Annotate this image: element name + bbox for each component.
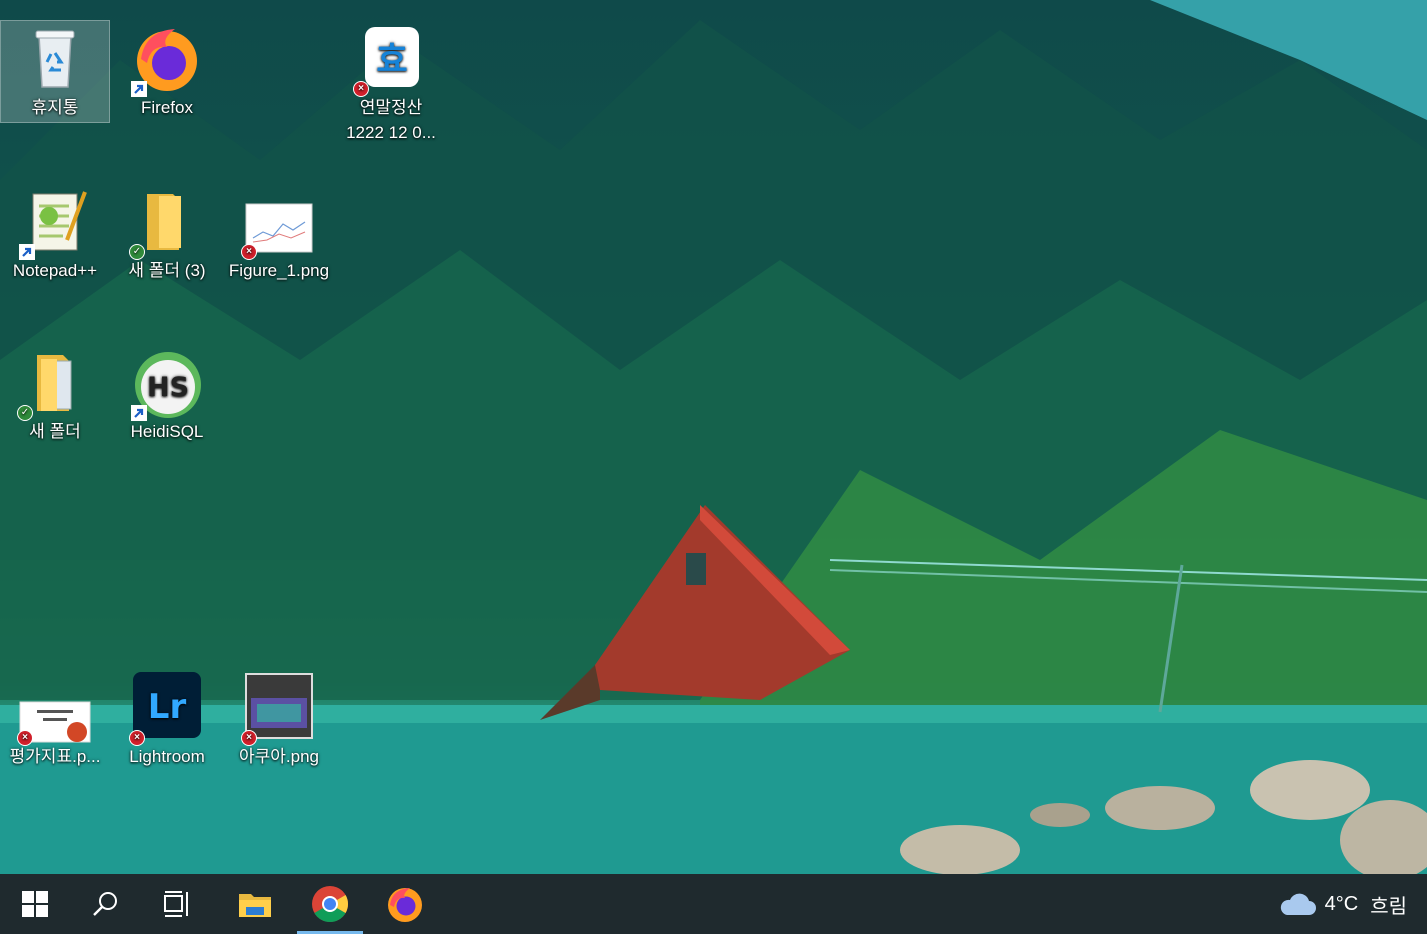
desktop-icon-heidisql[interactable]: HS HeidiSQL xyxy=(113,345,221,444)
chrome-icon xyxy=(312,886,349,923)
hometax-doc-icon: 효 × xyxy=(353,23,427,97)
folder-icon: ✓ xyxy=(129,186,203,260)
desktop-icon-label: 새 폴더 xyxy=(29,422,81,441)
notepad-plus-plus-icon xyxy=(19,186,91,260)
sync-error-icon: × xyxy=(241,244,257,260)
desktop-icon-figure-1[interactable]: × Figure_1.png xyxy=(225,184,333,283)
sync-ok-icon: ✓ xyxy=(129,244,145,260)
shortcut-arrow-icon xyxy=(19,242,35,260)
desktop-icon-label: 연말정산 1222 12 0... xyxy=(346,98,436,142)
desktop-icon-label: Figure_1.png xyxy=(228,261,330,280)
chrome-button[interactable] xyxy=(295,874,365,934)
sync-error-icon: × xyxy=(241,730,257,746)
desktop-icon-label: HeidiSQL xyxy=(130,422,204,441)
lightroom-glyph: Lr xyxy=(148,687,187,727)
firefox-icon xyxy=(388,888,422,922)
start-button[interactable] xyxy=(0,874,70,934)
folder-icon xyxy=(239,894,271,917)
desktop-icon-label: 새 폴더 (3) xyxy=(128,261,206,280)
shortcut-arrow-icon xyxy=(131,403,147,421)
search-icon xyxy=(93,892,117,916)
desktop-icon-notepad-plus-plus[interactable]: Notepad++ xyxy=(1,184,109,283)
lightroom-icon: Lr × xyxy=(129,672,203,746)
search-button[interactable] xyxy=(70,874,140,934)
shortcut-arrow-icon xyxy=(131,79,147,97)
desktop-icon-label: 아쿠아.png xyxy=(238,747,319,766)
file-explorer-button[interactable] xyxy=(220,874,290,934)
sync-error-icon: × xyxy=(17,730,33,746)
desktop-icon-firefox[interactable]: Firefox xyxy=(113,21,221,120)
desktop-icon-label: Lightroom xyxy=(129,747,205,766)
powerpoint-file-icon: × xyxy=(17,672,91,746)
desktop-icon-lightroom[interactable]: Lr × Lightroom xyxy=(113,670,221,769)
weather-widget[interactable]: 4°C 흐림 xyxy=(1277,874,1407,934)
folder-icon: ✓ xyxy=(17,347,91,421)
cloud-icon xyxy=(1280,893,1316,915)
heidisql-glyph: HS xyxy=(147,372,189,403)
sync-ok-icon: ✓ xyxy=(17,405,33,421)
task-view-icon xyxy=(164,891,188,917)
weather-temperature: 4°C xyxy=(1324,892,1359,915)
desktop-icon-label: 휴지통 xyxy=(31,98,79,117)
desktop-icon-new-folder-3[interactable]: ✓ 새 폴더 (3) xyxy=(113,184,221,283)
firefox-button[interactable] xyxy=(370,874,440,934)
desktop-icon-label: 평가지표.p... xyxy=(9,747,101,766)
image-thumbnail-icon: × xyxy=(241,186,315,260)
weather-condition: 흐림 xyxy=(1370,895,1407,918)
desktop-icon-new-folder[interactable]: ✓ 새 폴더 xyxy=(1,345,109,444)
desktop[interactable]: 휴지통 Firefox 효 × 연말정산 1222 12 0... Notepa… xyxy=(0,0,1427,874)
desktop-icon-label: Firefox xyxy=(141,98,193,117)
desktop-icon-year-end-settlement[interactable]: 효 × 연말정산 1222 12 0... xyxy=(337,21,445,145)
image-thumbnail-icon: × xyxy=(241,672,315,746)
hometax-glyph: 효 xyxy=(376,40,407,80)
heidisql-icon: HS xyxy=(131,347,203,421)
desktop-icon-recycle-bin[interactable]: 휴지통 xyxy=(0,20,110,123)
sync-error-icon: × xyxy=(129,730,145,746)
firefox-icon xyxy=(131,23,203,97)
desktop-icon-label: Notepad++ xyxy=(12,261,98,280)
task-view-button[interactable] xyxy=(142,874,212,934)
recycle-bin-icon xyxy=(19,23,91,95)
sync-error-icon: × xyxy=(353,81,369,97)
desktop-icon-evaluation-pptx[interactable]: × 평가지표.p... xyxy=(1,670,109,769)
taskbar: 4°C 흐림 xyxy=(0,874,1427,934)
windows-logo-icon xyxy=(22,891,48,917)
desktop-icon-aqua-png[interactable]: × 아쿠아.png xyxy=(225,670,333,769)
